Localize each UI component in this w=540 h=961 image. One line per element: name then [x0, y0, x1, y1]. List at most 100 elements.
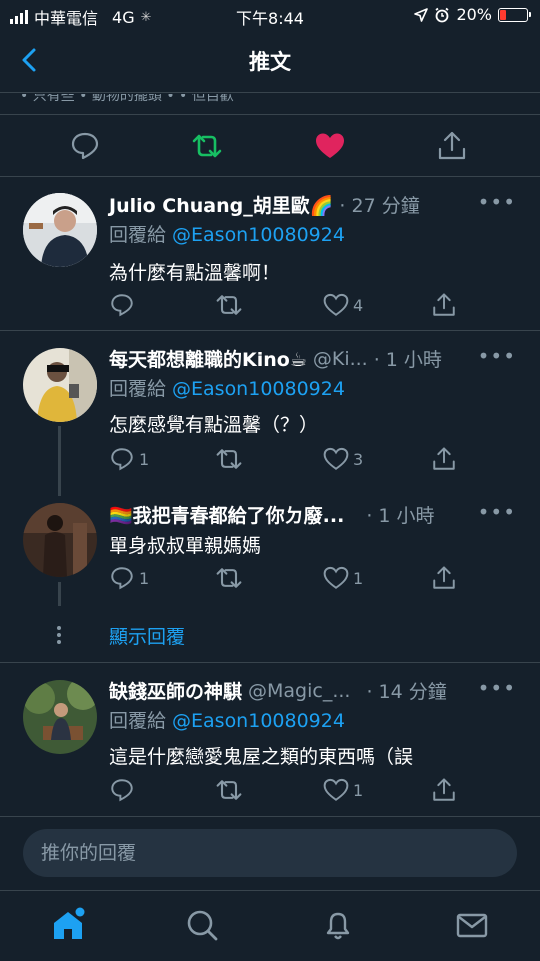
- share-button[interactable]: [431, 445, 457, 473]
- avatar[interactable]: [23, 680, 97, 754]
- divider: [0, 816, 540, 817]
- heart-icon: [323, 778, 349, 801]
- heart-icon: [323, 293, 349, 316]
- display-name[interactable]: 缺錢巫師の神騏: [109, 677, 242, 704]
- reply-text: 這是什麼戀愛鬼屋之類的東西嗎（誤: [109, 746, 414, 768]
- like-count: 3: [353, 449, 364, 469]
- retweet-button[interactable]: [215, 445, 243, 473]
- thread-dots-icon: [57, 626, 61, 647]
- tab-search[interactable]: [182, 905, 222, 945]
- share-button[interactable]: [431, 291, 457, 319]
- share-icon: [433, 293, 455, 316]
- reply-input[interactable]: [23, 829, 517, 877]
- share-icon: [433, 566, 455, 589]
- more-options-button[interactable]: •••: [478, 190, 516, 214]
- like-button[interactable]: 1: [323, 776, 363, 804]
- reply-actions: 4: [109, 291, 509, 319]
- heart-filled-icon: [316, 133, 344, 158]
- display-name[interactable]: 🏳️‍🌈我把青春都給了你ㄉ廢...: [109, 501, 344, 528]
- like-button[interactable]: 4: [323, 291, 363, 319]
- nav-header: 推文: [0, 32, 540, 88]
- reply-count: 1: [139, 449, 150, 469]
- avatar[interactable]: [23, 503, 97, 577]
- reply-button[interactable]: [69, 130, 101, 162]
- reply-header: 缺錢巫師の神騏 @Magic_... · 14 分鐘: [109, 677, 447, 704]
- reply-button[interactable]: [109, 291, 139, 319]
- timestamp: · 27 分鐘: [339, 195, 420, 217]
- faded-text: • 只有些 • 動物的擺頭 • • 但自歡: [20, 94, 234, 104]
- mention-link[interactable]: @Eason10080924: [172, 378, 345, 400]
- reply-item[interactable]: Julio Chuang_胡里歐🌈 · 27 分鐘 ••• 回覆給 @Eason1…: [0, 178, 540, 330]
- tab-notifications[interactable]: [318, 905, 358, 945]
- replying-label: 回覆給: [109, 378, 167, 400]
- battery-percent: 20%: [456, 5, 492, 24]
- heart-icon: [323, 447, 349, 470]
- like-button[interactable]: 3: [323, 445, 363, 473]
- timestamp: · 1 小時: [366, 505, 435, 527]
- mention-link[interactable]: @Eason10080924: [172, 710, 345, 732]
- mention-link[interactable]: @Eason10080924: [172, 224, 345, 246]
- reply-header: 🏳️‍🌈我把青春都給了你ㄉ廢... · 1 小時: [109, 501, 435, 528]
- location-icon: [414, 7, 429, 22]
- more-options-button[interactable]: •••: [478, 344, 516, 368]
- share-button[interactable]: [436, 130, 468, 162]
- display-name[interactable]: Julio Chuang_胡里歐🌈: [109, 191, 333, 218]
- home-icon: [54, 907, 85, 939]
- avatar[interactable]: [23, 348, 97, 422]
- handle[interactable]: @Magic_...: [248, 680, 350, 702]
- timestamp: · 14 分鐘: [366, 681, 447, 703]
- tab-bar: [0, 890, 540, 961]
- timestamp: · 1 小時: [373, 349, 442, 371]
- reply-header: 每天都想離職的Kino☕ @Ki... · 1 小時: [109, 345, 442, 372]
- reply-item[interactable]: 每天都想離職的Kino☕ @Ki... · 1 小時 ••• 回覆給 @Eason…: [0, 332, 540, 480]
- reply-button[interactable]: [109, 776, 139, 804]
- share-button[interactable]: [431, 776, 457, 804]
- retweet-icon: [216, 780, 242, 800]
- like-count: 1: [353, 780, 364, 800]
- retweet-button[interactable]: [215, 776, 243, 804]
- search-icon: [187, 910, 218, 941]
- avatar[interactable]: [23, 193, 97, 267]
- divider: [0, 662, 540, 663]
- replying-to: 回覆給 @Eason10080924: [109, 706, 345, 733]
- retweet-icon: [216, 568, 242, 588]
- retweet-button[interactable]: [215, 564, 243, 592]
- like-count: 1: [353, 568, 364, 588]
- tab-messages[interactable]: [452, 905, 492, 945]
- divider: [0, 114, 540, 115]
- divider: [0, 176, 540, 177]
- like-button[interactable]: 1: [323, 564, 363, 592]
- like-count: 4: [353, 295, 364, 315]
- reply-button[interactable]: 1: [109, 445, 149, 473]
- like-button[interactable]: [314, 130, 346, 162]
- retweet-button[interactable]: [215, 291, 243, 319]
- show-replies-link[interactable]: 顯示回覆: [109, 622, 185, 649]
- reply-item[interactable]: 🏳️‍🌈我把青春都給了你ㄉ廢... · 1 小時 ••• 單身叔叔單親媽媽 1 …: [0, 495, 540, 610]
- avatar-image: [23, 503, 97, 577]
- page-title: 推文: [249, 50, 291, 74]
- share-icon: [433, 447, 455, 470]
- share-icon: [433, 778, 455, 801]
- more-options-button[interactable]: •••: [478, 676, 516, 700]
- reply-icon: [111, 448, 133, 471]
- replying-label: 回覆給: [109, 710, 167, 732]
- reply-actions: 1 3: [109, 445, 509, 473]
- heart-icon: [323, 566, 349, 589]
- reply-button[interactable]: 1: [109, 564, 149, 592]
- reply-text: 為什麼有點溫馨啊！: [109, 262, 281, 284]
- display-name[interactable]: 每天都想離職的Kino☕: [109, 345, 307, 372]
- reply-text: 怎麼感覺有點溫馨（？）: [109, 414, 319, 436]
- replying-to: 回覆給 @Eason10080924: [109, 374, 345, 401]
- reply-icon: [71, 132, 99, 160]
- retweet-button[interactable]: [191, 130, 223, 162]
- mail-icon: [456, 913, 488, 938]
- reply-count: 1: [139, 568, 150, 588]
- reply-item[interactable]: 缺錢巫師の神騏 @Magic_... · 14 分鐘 ••• 回覆給 @Eason…: [0, 664, 540, 814]
- handle[interactable]: @Ki...: [313, 348, 368, 370]
- reply-composer: [0, 826, 540, 886]
- replying-label: 回覆給: [109, 224, 167, 246]
- retweet-icon: [192, 134, 222, 158]
- tab-home[interactable]: [48, 905, 88, 945]
- more-options-button[interactable]: •••: [478, 500, 516, 524]
- share-button[interactable]: [431, 564, 457, 592]
